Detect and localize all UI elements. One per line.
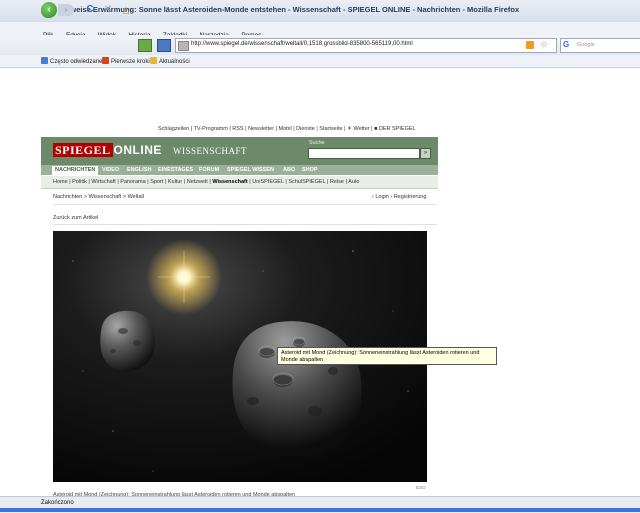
top-links[interactable]: Schlagzeilen | TV-Programm | RSS | Newsl… bbox=[158, 126, 416, 132]
subnav-schulspiegel[interactable]: SchulSPIEGEL bbox=[288, 179, 325, 185]
bookmark-icon bbox=[41, 57, 48, 64]
back-to-article-link[interactable]: Zurück zum Artikel bbox=[53, 215, 98, 221]
subnav-sport[interactable]: Sport bbox=[150, 179, 163, 185]
download-icon[interactable] bbox=[157, 39, 171, 52]
bookmarks-bar: Często odwiedzane Pierwsze kroki Aktualn… bbox=[0, 55, 640, 68]
rss-icon[interactable] bbox=[526, 41, 534, 49]
forward-button[interactable]: › bbox=[58, 4, 74, 16]
tab-einestages[interactable]: EINESTAGES bbox=[155, 166, 196, 175]
menu-bar: Plik Edycja Widok Historia Zakładki Narz… bbox=[0, 22, 640, 39]
subnav-unispiegel[interactable]: UniSPIEGEL bbox=[252, 179, 284, 185]
bookmark-add-icon[interactable] bbox=[138, 39, 152, 52]
site-search-button[interactable]: » bbox=[420, 148, 431, 159]
subnav-netzwelt[interactable]: Netzwelt bbox=[187, 179, 208, 185]
tab-nachrichten[interactable]: NACHRICHTEN bbox=[52, 166, 99, 175]
subnav-reise[interactable]: Reise bbox=[330, 179, 344, 185]
home-button[interactable]: ⌂ bbox=[120, 3, 132, 17]
image-tooltip: Asteroid mit Mond (Zeichnung): Sonnenein… bbox=[277, 347, 497, 365]
search-placeholder: Google bbox=[577, 42, 595, 48]
window-titlebar: Teilweise Erwärmung: Sonne lässt Asteroi… bbox=[0, 0, 640, 23]
subnav-politik[interactable]: Politik bbox=[72, 179, 87, 185]
login-links[interactable]: › Login › Registrierung bbox=[372, 194, 426, 200]
subnav-wirtschaft[interactable]: Wirtschaft bbox=[91, 179, 115, 185]
back-button[interactable]: ‹ bbox=[41, 2, 57, 18]
star-icon[interactable]: ☆ bbox=[540, 39, 548, 50]
breadcrumb[interactable]: Nachrichten > Wissenschaft > Weltall bbox=[53, 194, 144, 200]
tab-video[interactable]: VIDEO bbox=[99, 166, 122, 175]
site-favicon bbox=[178, 41, 189, 51]
site-search-input[interactable] bbox=[308, 148, 420, 159]
sub-navigation: Home | Politik | Wirtschaft | Panorama |… bbox=[41, 176, 438, 189]
url-text[interactable]: http://www.spiegel.de/wissenschaft/welta… bbox=[191, 41, 413, 47]
tab-shop[interactable]: SHOP bbox=[299, 166, 321, 175]
subnav-wissenschaft[interactable]: Wissenschaft bbox=[212, 179, 247, 185]
spiegel-logo[interactable]: SPIEGEL ONLINE bbox=[53, 143, 162, 158]
site-header: SPIEGEL ONLINE WISSENSCHAFT Suche » bbox=[41, 137, 438, 165]
bookmark-item[interactable]: Pierwsze kroki bbox=[102, 57, 150, 65]
photo-credit: ESO bbox=[416, 485, 426, 490]
google-icon[interactable]: G bbox=[563, 40, 569, 49]
tab-english[interactable]: ENGLISH bbox=[124, 166, 154, 175]
bookmark-icon bbox=[150, 57, 157, 64]
tab-forum[interactable]: FORUM bbox=[196, 166, 222, 175]
os-taskbar bbox=[0, 508, 640, 512]
bookmark-item[interactable]: Często odwiedzane bbox=[41, 57, 102, 65]
tab-abo[interactable]: ABO bbox=[280, 166, 298, 175]
bookmark-item[interactable]: Aktualności bbox=[150, 57, 190, 65]
subnav-kultur[interactable]: Kultur bbox=[168, 179, 182, 185]
main-tabs: NACHRICHTEN VIDEO ENGLISH EINESTAGES FOR… bbox=[41, 165, 438, 175]
stop-button[interactable]: ✕ bbox=[102, 3, 114, 17]
subnav-panorama[interactable]: Panorama bbox=[120, 179, 145, 185]
status-text: Zakończono bbox=[41, 500, 74, 506]
search-label: Suche bbox=[309, 140, 325, 146]
address-bar[interactable]: http://www.spiegel.de/wissenschaft/welta… bbox=[175, 38, 557, 53]
search-input[interactable]: G Google bbox=[560, 38, 640, 53]
reload-button[interactable]: C bbox=[84, 3, 96, 17]
divider bbox=[53, 224, 437, 225]
subnav-home[interactable]: Home bbox=[53, 179, 68, 185]
divider bbox=[53, 204, 437, 205]
subnav-auto[interactable]: Auto bbox=[348, 179, 359, 185]
bookmark-icon bbox=[102, 57, 109, 64]
tab-spiegel-wissen[interactable]: SPIEGEL WISSEN bbox=[224, 166, 277, 175]
section-title: WISSENSCHAFT bbox=[173, 146, 248, 156]
